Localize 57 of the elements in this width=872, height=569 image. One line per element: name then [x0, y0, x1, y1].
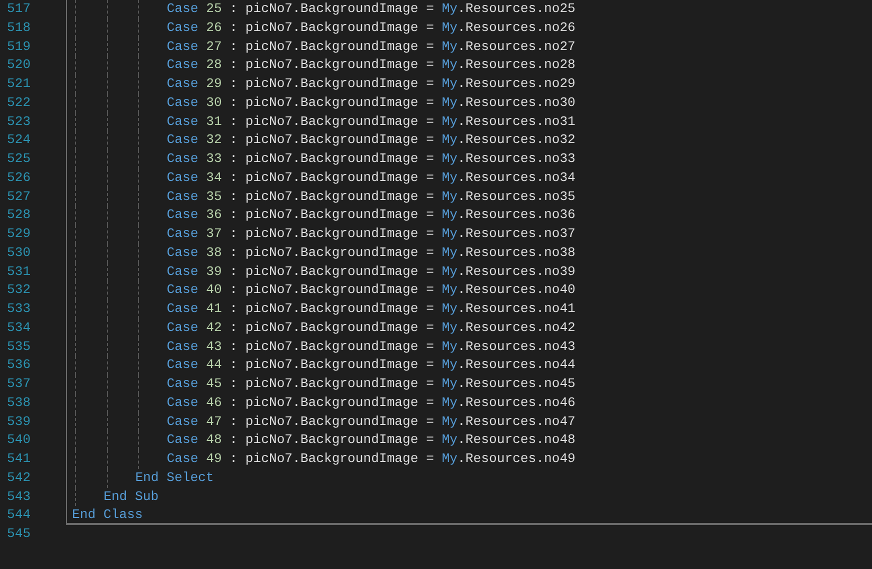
line-number: 521: [6, 75, 32, 93]
line-number: 520: [6, 56, 32, 74]
line-number: 518: [6, 18, 32, 37]
code-line: Case 39 : picNo7.BackgroundImage = My.Resources.no39: [166, 264, 576, 278]
line-number: 524: [6, 131, 32, 150]
line-number: 523: [6, 112, 32, 130]
line-number: 525: [6, 150, 32, 168]
code-line: Case 30 : picNo7.BackgroundImage = My.Resources.no30: [166, 94, 576, 110]
code-line: Case 49 : picNo7.BackgroundImage = My.Resources.no49: [166, 451, 576, 466]
line-number: 533: [6, 300, 32, 318]
line-number: 530: [6, 244, 32, 262]
code-line: End Class: [72, 507, 143, 522]
code-line: Case 40 : picNo7.BackgroundImage = My.Resources.no40: [166, 282, 576, 298]
code-line: Case 29 : picNo7.BackgroundImage = My.Resources.no29: [166, 76, 576, 91]
code-line: Case 45 : picNo7.BackgroundImage = My.Resources.no45: [166, 376, 576, 391]
line-number: 535: [6, 338, 32, 356]
code-line: Case 32 : picNo7.BackgroundImage = My.Resources.no32: [166, 132, 576, 148]
code-line: Case 31 : picNo7.BackgroundImage = My.Resources.no31: [166, 114, 576, 128]
code-line: Case 33 : picNo7.BackgroundImage = My.Resources.no33: [166, 151, 576, 166]
line-number: 540: [6, 431, 32, 450]
line-number: 539: [6, 412, 32, 430]
code-line: Case 48 : picNo7.BackgroundImage = My.Resources.no48: [166, 432, 576, 448]
code-line: Case 46 : picNo7.BackgroundImage = My.Resources.no46: [166, 394, 576, 410]
line-number: 526: [6, 168, 32, 187]
line-number: 532: [6, 281, 32, 300]
code-line: Case 42 : picNo7.BackgroundImage = My.Resources.no42: [166, 320, 576, 335]
code-line: Case 38 : picNo7.BackgroundImage = My.Resources.no38: [166, 244, 576, 260]
line-number: 543: [6, 488, 32, 506]
code-line: Case 41 : picNo7.BackgroundImage = My.Resources.no41: [166, 301, 576, 316]
line-number: 538: [6, 394, 32, 412]
code-line: Case 36 : picNo7.BackgroundImage = My.Resources.no36: [166, 207, 576, 222]
code-line: Case 34 : picNo7.BackgroundImage = My.Resources.no34: [166, 170, 576, 185]
code-line: Case 35 : picNo7.BackgroundImage = My.Resources.no35: [166, 188, 576, 204]
code-line: Case 26 : picNo7.BackgroundImage = My.Resources.no26: [166, 20, 576, 35]
line-number: 519: [6, 38, 32, 56]
line-number: 541: [6, 450, 32, 468]
line-number: 528: [6, 206, 32, 224]
code-line: Case 25 : picNo7.BackgroundImage = My.Resources.no25: [166, 1, 576, 16]
line-number: 544: [6, 506, 32, 524]
line-number: 531: [6, 262, 32, 280]
code-line: Case 43 : picNo7.BackgroundImage = My.Resources.no43: [166, 338, 576, 354]
line-number: 545: [6, 525, 32, 543]
line-number: 542: [6, 468, 32, 487]
line-number: 534: [6, 318, 32, 337]
code-line: End Sub: [102, 488, 159, 504]
line-number: 537: [6, 375, 32, 393]
line-number: 529: [6, 225, 32, 243]
code-line: Case 28 : picNo7.BackgroundImage = My.Resources.no28: [166, 57, 576, 72]
line-number: 517: [6, 0, 32, 18]
code-line: Case 27 : picNo7.BackgroundImage = My.Resources.no27: [166, 38, 576, 54]
code-line: Case 44 : picNo7.BackgroundImage = My.Resources.no44: [166, 357, 576, 372]
code-line: Case 47 : picNo7.BackgroundImage = My.Resources.no47: [166, 414, 576, 428]
line-number: 527: [6, 188, 32, 206]
line-number: 536: [6, 356, 32, 374]
code-line: End Select: [134, 470, 214, 485]
code-line: Case 37 : picNo7.BackgroundImage = My.Resources.no37: [166, 226, 576, 241]
line-number: 522: [6, 94, 32, 112]
